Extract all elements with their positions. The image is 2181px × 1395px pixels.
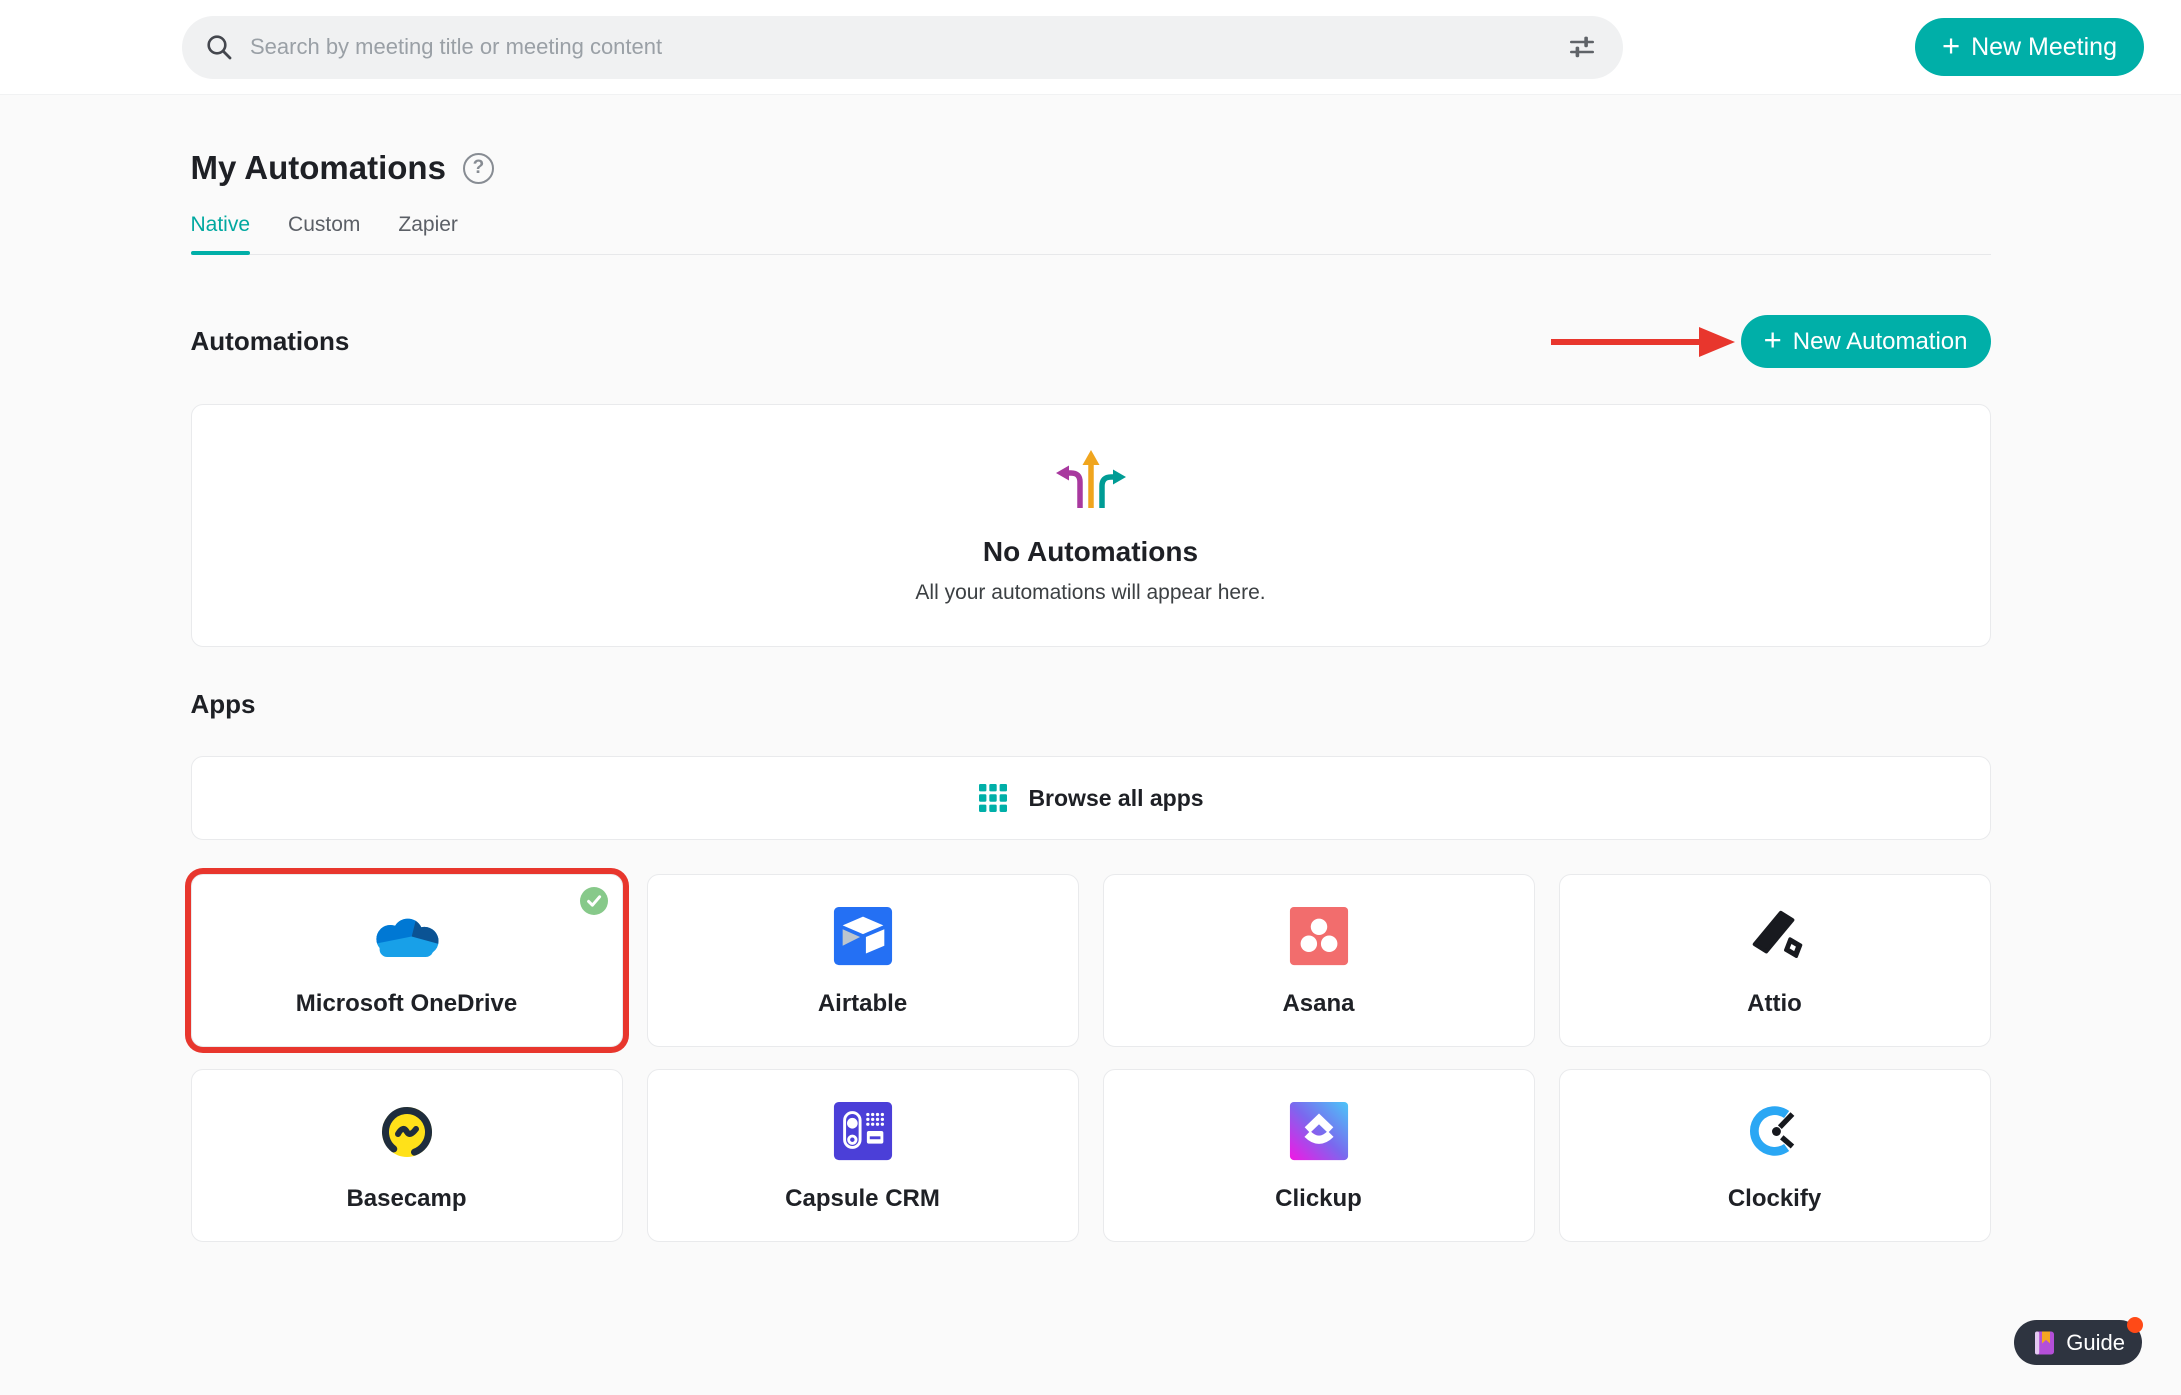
empty-state-subtitle: All your automations will appear here.	[915, 581, 1266, 604]
app-card-capsule-crm[interactable]: Capsule CRM	[646, 1069, 1079, 1242]
app-card-clickup[interactable]: Clickup	[1102, 1069, 1535, 1242]
new-meeting-button[interactable]: + New Meeting	[1914, 18, 2144, 76]
help-icon[interactable]: ?	[462, 152, 494, 184]
app-card-clockify[interactable]: Clockify	[1558, 1069, 1991, 1242]
search-bar	[182, 15, 1623, 79]
app-card-microsoft-onedrive[interactable]: Microsoft OneDrive	[190, 874, 623, 1047]
attio-logo-icon	[1744, 903, 1806, 969]
app-card-label: Clockify	[1727, 1185, 1822, 1212]
app-card-label: Capsule CRM	[785, 1185, 940, 1212]
app-card-airtable[interactable]: Airtable	[646, 874, 1079, 1047]
page-title-row: My Automations ?	[191, 149, 1991, 187]
search-input[interactable]	[248, 33, 1549, 61]
page-title: My Automations	[190, 149, 446, 186]
apps-grid: Microsoft OneDrive Airtable Asana Attio …	[190, 874, 1991, 1242]
browse-all-apps-label: Browse all apps	[1028, 784, 1204, 811]
new-meeting-label: New Meeting	[1971, 32, 2117, 61]
app-card-label: Clickup	[1275, 1185, 1362, 1212]
annotation-group: + New Automation	[1550, 315, 1991, 368]
automation-arrows-icon	[1055, 450, 1126, 508]
app-card-label: Airtable	[817, 990, 908, 1017]
app-card-asana[interactable]: Asana	[1102, 874, 1535, 1047]
asana-logo-icon	[1288, 903, 1350, 969]
main-content: My Automations ? Native Custom Zapier Au…	[190, 95, 1991, 1242]
guide-book-icon	[2031, 1329, 2057, 1357]
tab-custom[interactable]: Custom	[288, 213, 360, 254]
guide-button[interactable]: Guide	[2014, 1317, 2143, 1365]
search-icon	[204, 32, 234, 62]
tabs-bar: Native Custom Zapier	[190, 213, 1991, 255]
onedrive-logo-icon	[373, 903, 440, 969]
airtable-logo-icon	[832, 903, 894, 969]
new-automation-label: New Automation	[1792, 327, 1968, 355]
browse-all-apps-button[interactable]: Browse all apps	[190, 756, 1991, 840]
app-card-attio[interactable]: Attio	[1558, 874, 1991, 1047]
app-card-label: Microsoft OneDrive	[295, 990, 518, 1017]
app-card-basecamp[interactable]: Basecamp	[190, 1069, 623, 1242]
app-card-label: Asana	[1282, 990, 1355, 1017]
app-card-label: Basecamp	[346, 1185, 467, 1212]
red-arrow-annotation	[1550, 326, 1735, 357]
apps-heading: Apps	[190, 689, 256, 719]
empty-state-title: No Automations	[982, 536, 1199, 567]
apps-grid-icon	[979, 784, 1008, 812]
clockify-logo-icon	[1744, 1098, 1806, 1164]
tab-native[interactable]: Native	[190, 213, 250, 255]
topbar: + New Meeting	[0, 0, 2181, 95]
connected-check-icon	[579, 887, 608, 915]
tab-zapier[interactable]: Zapier	[398, 213, 458, 254]
automations-section-head: Automations + New Automation	[191, 315, 1991, 368]
help-glyph: ?	[472, 157, 485, 178]
app-card-label: Attio	[1747, 990, 1802, 1017]
basecamp-logo-icon	[375, 1098, 439, 1164]
automations-empty-state: No Automations All your automations will…	[190, 404, 1991, 647]
capsule-crm-logo-icon	[832, 1098, 894, 1164]
search-filters-icon[interactable]	[1563, 28, 1601, 66]
new-automation-button[interactable]: + New Automation	[1740, 315, 1991, 368]
guide-notification-dot	[2127, 1317, 2143, 1333]
clickup-logo-icon	[1288, 1098, 1350, 1164]
guide-label: Guide	[2066, 1329, 2125, 1355]
automations-heading: Automations	[190, 326, 350, 356]
